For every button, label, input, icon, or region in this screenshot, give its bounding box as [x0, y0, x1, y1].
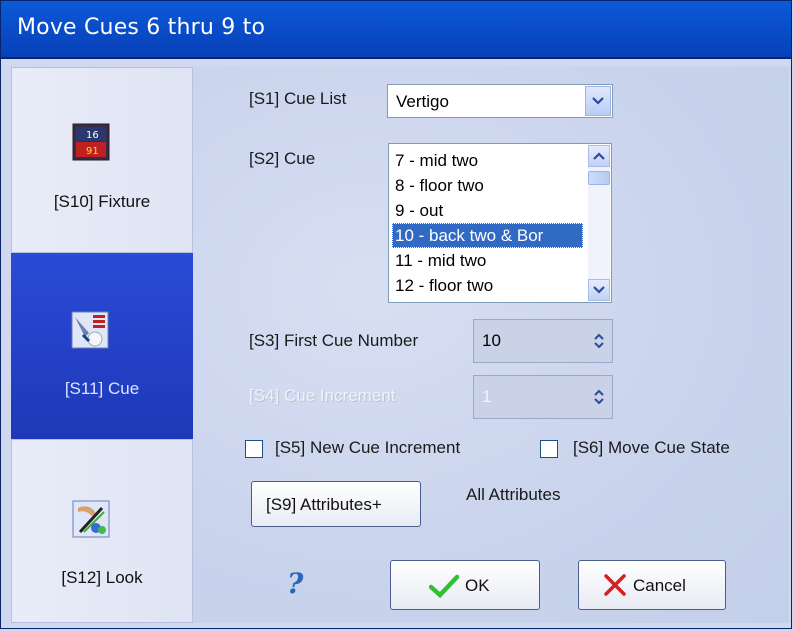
chevron-down-icon[interactable]	[585, 86, 611, 116]
window-title: Move Cues 6 thru 9 to	[17, 15, 266, 40]
content-panel: [S1] Cue List Vertigo [S2] Cue 7 - mid t…	[193, 67, 789, 623]
svg-text:91: 91	[86, 146, 99, 157]
listbox-scrollbar[interactable]	[588, 145, 610, 301]
cue-icon	[71, 311, 109, 349]
sidebar-item-fixture[interactable]: 16 91 [S10] Fixture	[11, 67, 193, 253]
cancel-button[interactable]: Cancel	[578, 560, 726, 610]
sidebar-item-label: [S11] Cue	[64, 379, 140, 398]
cue-list-value: Vertigo	[396, 92, 449, 111]
look-icon	[72, 500, 110, 538]
sidebar-item-cue[interactable]: [S11] Cue	[11, 253, 193, 439]
move-cue-state-label[interactable]: [S6] Move Cue State	[573, 438, 730, 458]
sidebar-item-label: [S12] Look	[61, 568, 143, 587]
x-icon	[603, 573, 627, 602]
updown-icon[interactable]	[588, 322, 610, 360]
attributes-value: All Attributes	[466, 485, 561, 504]
svg-text:16: 16	[86, 130, 99, 141]
list-item-selected[interactable]: 10 - back two & Bor	[392, 223, 583, 248]
list-item[interactable]: 9 - out	[392, 198, 583, 223]
cue-increment-value: 1	[482, 387, 492, 406]
list-item[interactable]: 8 - floor two	[392, 173, 583, 198]
ok-button[interactable]: OK	[390, 560, 540, 610]
move-cue-state-checkbox[interactable]	[540, 440, 558, 458]
title-bar[interactable]: Move Cues 6 thru 9 to	[1, 1, 791, 59]
chevron-down-icon	[593, 286, 605, 294]
ok-button-label: OK	[465, 576, 490, 595]
sidebar-item-look[interactable]: [S12] Look	[11, 439, 193, 623]
cue-list-dropdown[interactable]: Vertigo	[387, 84, 613, 118]
scroll-down-button[interactable]	[588, 279, 610, 301]
check-icon	[428, 574, 460, 603]
help-icon[interactable]: ?	[287, 567, 303, 600]
list-item[interactable]: 7 - mid two	[392, 148, 583, 173]
scroll-thumb[interactable]	[588, 171, 610, 185]
chevron-up-icon	[593, 152, 605, 160]
new-cue-increment-label[interactable]: [S5] New Cue Increment	[275, 438, 460, 458]
cue-listbox[interactable]: 7 - mid two 8 - floor two 9 - out 10 - b…	[388, 143, 612, 303]
list-item[interactable]: 12 - floor two	[392, 273, 583, 298]
dialog-window: Move Cues 6 thru 9 to 16 91 [S10] Fixtur…	[0, 0, 792, 629]
cancel-button-label: Cancel	[633, 576, 686, 595]
attributes-button-label: [S9] Attributes+	[266, 495, 382, 514]
cue-list-label: [S1] Cue List	[249, 89, 347, 108]
attributes-button[interactable]: [S9] Attributes+	[251, 481, 421, 527]
cue-label: [S2] Cue	[249, 149, 316, 168]
cue-increment-label: [S4] Cue Increment	[249, 386, 396, 405]
cue-increment-spinner: 1	[473, 375, 613, 419]
first-cue-number-spinner[interactable]: 10	[473, 319, 613, 363]
list-item[interactable]: 11 - mid two	[392, 248, 583, 273]
fixture-icon: 16 91	[72, 123, 110, 161]
updown-icon	[588, 378, 610, 416]
sidebar: 16 91 [S10] Fixture [S11] Cue [S12] Look	[11, 67, 193, 623]
new-cue-increment-checkbox[interactable]	[245, 440, 263, 458]
scroll-up-button[interactable]	[588, 145, 610, 167]
first-cue-number-label: [S3] First Cue Number	[249, 331, 419, 350]
first-cue-number-value: 10	[482, 331, 501, 350]
sidebar-item-label: [S10] Fixture	[53, 192, 151, 211]
